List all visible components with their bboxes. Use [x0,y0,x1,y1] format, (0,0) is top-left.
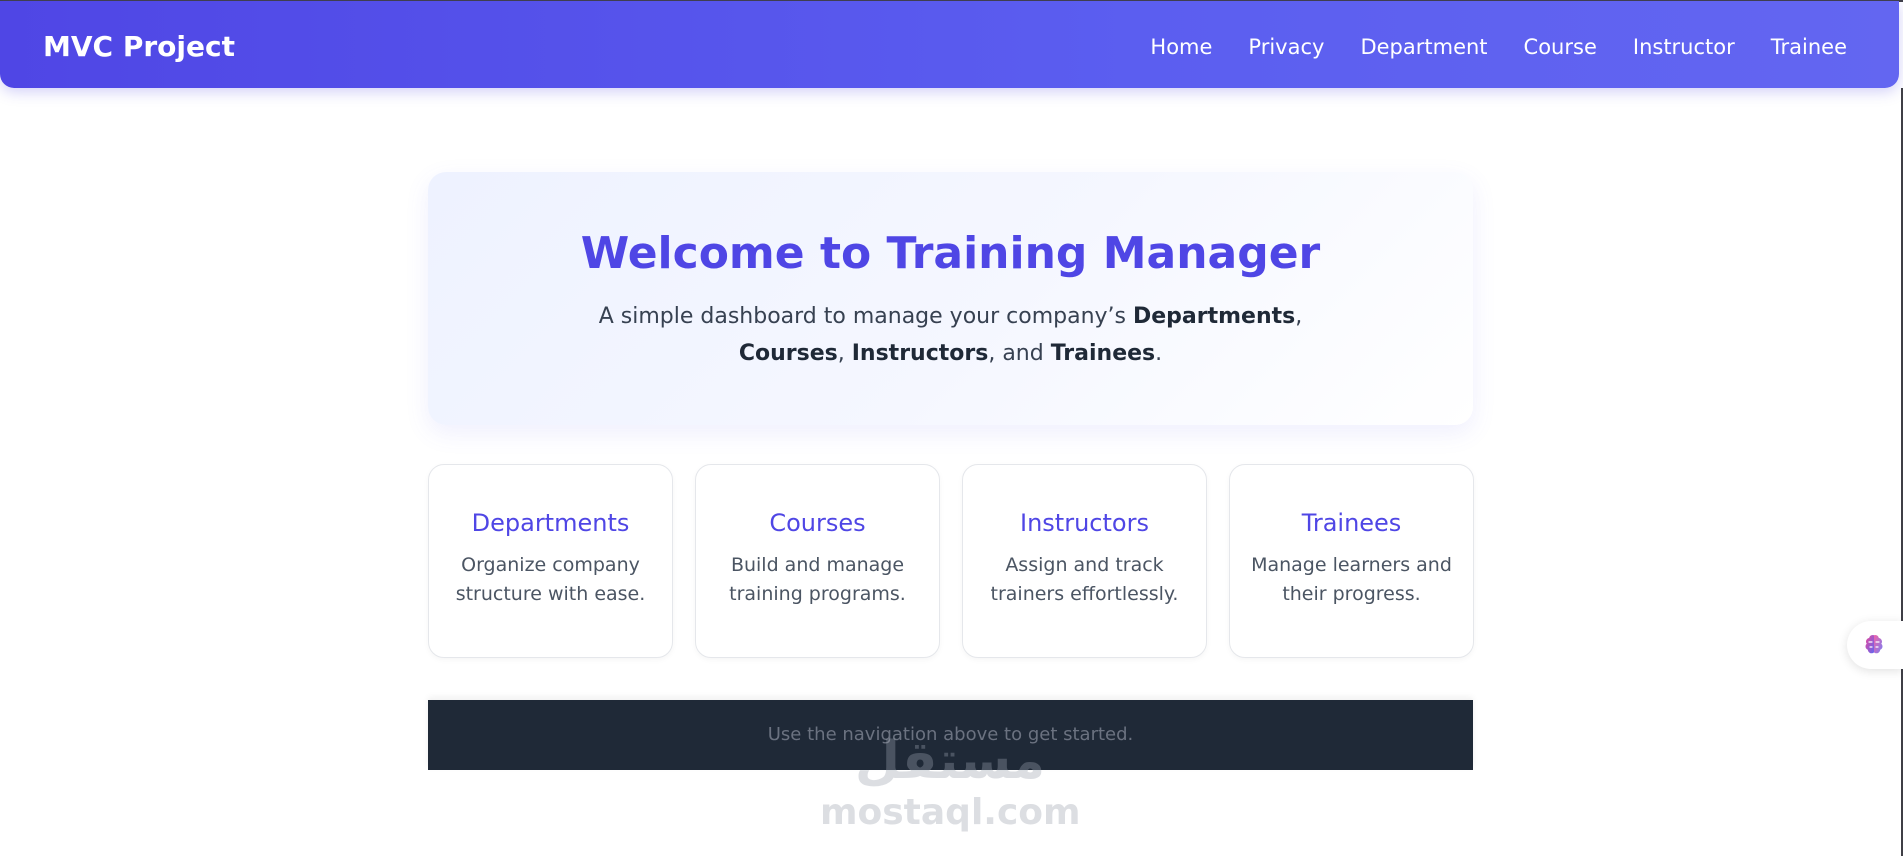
card-description: Build and manage training programs. [729,554,906,605]
hero-bold-departments: Departments [1132,304,1296,329]
hero-bold-trainees: Trainees [1050,341,1156,366]
hero-description: A simple dashboard to manage your compan… [558,298,1343,372]
nav-link-department[interactable]: Department [1360,33,1487,61]
card-description: Organize company structure with ease. [455,554,646,605]
nav-link-course[interactable]: Course [1524,33,1597,61]
card-instructors[interactable]: Instructors Assign and track trainers ef… [962,464,1207,658]
card-courses[interactable]: Courses Build and manage training progra… [695,464,940,658]
nav-link-trainee[interactable]: Trainee [1771,33,1847,61]
hero-separator: , and [988,341,1051,366]
nav-menu: Home Privacy Department Course Instructo… [1150,33,1847,61]
hero-section: Welcome to Training Manager A simple das… [428,172,1473,425]
card-description: Assign and track trainers effortlessly. [990,554,1179,605]
card-departments[interactable]: Departments Organize company structure w… [428,464,673,658]
card-description: Manage learners and their progress. [1251,554,1452,605]
card-title: Trainees [1301,509,1402,537]
nav-link-instructor[interactable]: Instructor [1633,33,1735,61]
hero-separator: , [1295,304,1303,329]
hero-bold-courses: Courses [738,341,838,366]
footer-text: Use the navigation above to get started. [767,724,1134,745]
hero-separator: , [837,341,852,366]
nav-link-home[interactable]: Home [1150,33,1212,61]
hero-text-prefix: A simple dashboard to manage your compan… [598,304,1133,329]
assistant-widget-button[interactable] [1847,621,1903,669]
card-title: Departments [471,509,630,537]
navbar: MVC Project Home Privacy Department Cour… [0,1,1899,88]
hero-text-suffix: . [1155,341,1163,366]
card-title: Courses [769,509,866,537]
footer-banner: Use the navigation above to get started. [428,700,1473,770]
brand-link[interactable]: MVC Project [43,29,235,65]
watermark-latin: mostaql.com [820,792,1081,833]
card-title: Instructors [1020,509,1149,537]
nav-link-privacy[interactable]: Privacy [1248,33,1324,61]
hero-title: Welcome to Training Manager [580,228,1321,279]
brain-icon [1865,635,1883,654]
hero-bold-instructors: Instructors [851,341,989,366]
feature-cards: Departments Organize company structure w… [428,464,1474,658]
card-trainees[interactable]: Trainees Manage learners and their progr… [1229,464,1474,658]
